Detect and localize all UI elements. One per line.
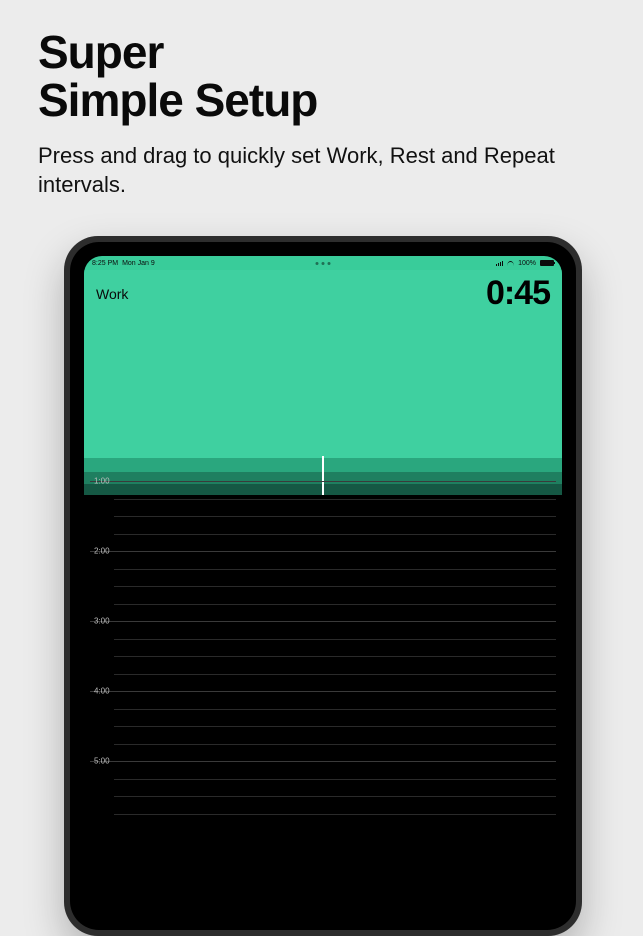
timer-value: 0:45 — [486, 274, 550, 313]
status-left: 8:25 PM Mon Jan 9 — [92, 260, 155, 267]
tick-minor — [114, 814, 556, 815]
tick-label: 1:00 — [94, 477, 110, 486]
battery-icon — [540, 260, 554, 266]
page-title: Super Simple Setup — [38, 28, 317, 125]
tick-minor — [114, 569, 556, 570]
mode-label: Work — [96, 286, 128, 302]
tablet-bezel: 8:25 PM Mon Jan 9 100% — [70, 242, 576, 930]
tick-minor — [114, 744, 556, 745]
tick-minor — [114, 586, 556, 587]
tick-minor — [114, 534, 556, 535]
tick-label: 5:00 — [94, 757, 110, 766]
tick-minor — [114, 499, 556, 500]
tick-minor — [114, 779, 556, 780]
tick-minor — [114, 796, 556, 797]
tick-minor — [114, 726, 556, 727]
tick-major — [90, 761, 556, 762]
status-date: Mon Jan 9 — [122, 260, 155, 267]
headline-line-1: Super — [38, 26, 163, 78]
tick-minor — [114, 656, 556, 657]
tick-major — [90, 551, 556, 552]
multitask-dots-icon — [316, 262, 331, 265]
tick-minor — [114, 516, 556, 517]
tick-minor — [114, 639, 556, 640]
tick-major — [90, 621, 556, 622]
tick-major — [90, 481, 556, 482]
tick-minor — [114, 709, 556, 710]
tick-label: 2:00 — [94, 547, 110, 556]
cellular-icon — [496, 260, 503, 266]
page-subtitle: Press and drag to quickly set Work, Rest… — [38, 142, 603, 199]
tablet-screen: 8:25 PM Mon Jan 9 100% — [84, 256, 562, 916]
tick-label: 4:00 — [94, 687, 110, 696]
wifi-icon — [507, 261, 514, 266]
tick-minor — [114, 674, 556, 675]
tablet-frame: 8:25 PM Mon Jan 9 100% — [64, 236, 582, 936]
status-time: 8:25 PM — [92, 260, 118, 267]
tick-label: 3:00 — [94, 617, 110, 626]
app-store-screenshot: Super Simple Setup Press and drag to qui… — [0, 0, 643, 858]
timeline-ruler[interactable]: 1:002:003:004:005:00 — [84, 495, 562, 916]
timeline-inner: 1:002:003:004:005:00 — [84, 495, 562, 916]
status-bar: 8:25 PM Mon Jan 9 100% — [84, 256, 562, 270]
headline-line-2: Simple Setup — [38, 74, 317, 126]
tick-major — [90, 691, 556, 692]
battery-percent: 100% — [518, 260, 536, 267]
status-right: 100% — [496, 260, 554, 267]
tick-minor — [114, 604, 556, 605]
